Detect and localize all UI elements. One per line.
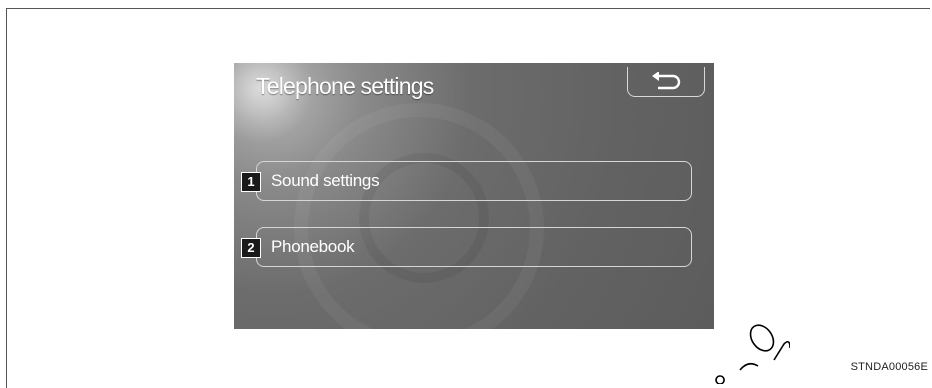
callout-badge-1: 1 (241, 172, 261, 192)
screen-title: Telephone settings (256, 73, 433, 100)
back-button[interactable] (627, 67, 705, 97)
menu-item-label: Phonebook (271, 237, 354, 257)
figure-code: STNDA00056E (851, 361, 928, 373)
display-screen: Telephone settings 1 Sound settings 2 Ph… (234, 63, 714, 329)
return-arrow-icon (649, 72, 683, 92)
menu-item-label: Sound settings (271, 171, 379, 191)
watermark-graphic (700, 314, 790, 384)
phonebook-button[interactable]: 2 Phonebook (256, 227, 692, 267)
callout-badge-2: 2 (241, 238, 261, 258)
sound-settings-button[interactable]: 1 Sound settings (256, 161, 692, 201)
